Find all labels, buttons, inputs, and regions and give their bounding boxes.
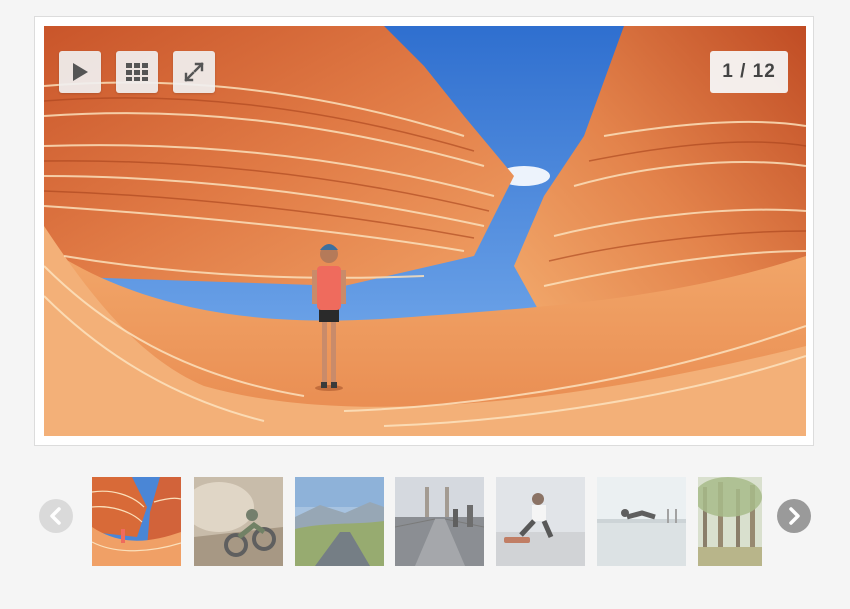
thumbnail-image (496, 477, 585, 566)
thumbnail-image (92, 477, 181, 566)
play-button[interactable] (59, 51, 101, 93)
thumbnail-beach-jump[interactable] (597, 477, 686, 566)
thumbnail-forest[interactable] (698, 477, 762, 566)
thumbnail-image (395, 477, 484, 566)
grid-icon (126, 63, 148, 81)
grid-view-button[interactable] (116, 51, 158, 93)
thumbnail-mountain-road[interactable] (295, 477, 384, 566)
thumbnail-image (698, 477, 762, 566)
thumbnail-sandstone-wave[interactable] (92, 477, 181, 566)
expand-icon (184, 62, 204, 82)
slide-counter: 1 / 12 (710, 51, 788, 93)
fullscreen-button[interactable] (173, 51, 215, 93)
play-icon (73, 63, 88, 81)
main-photo-canyon (44, 26, 806, 436)
slideshow-viewer: 1 / 12 (34, 16, 814, 446)
next-button[interactable] (777, 499, 811, 533)
thumbnail-bridge-walkway[interactable] (395, 477, 484, 566)
thumbnail-skateboarder[interactable] (496, 477, 585, 566)
thumbnail-image (597, 477, 686, 566)
main-image[interactable]: 1 / 12 (44, 26, 806, 436)
thumbnail-image (295, 477, 384, 566)
thumbnail-strip (0, 477, 850, 569)
prev-button[interactable] (39, 499, 73, 533)
chevron-right-icon (789, 507, 800, 525)
thumbnail-image (194, 477, 283, 566)
chevron-left-icon (50, 507, 61, 525)
thumbnail-dirt-bike-rider[interactable] (194, 477, 283, 566)
